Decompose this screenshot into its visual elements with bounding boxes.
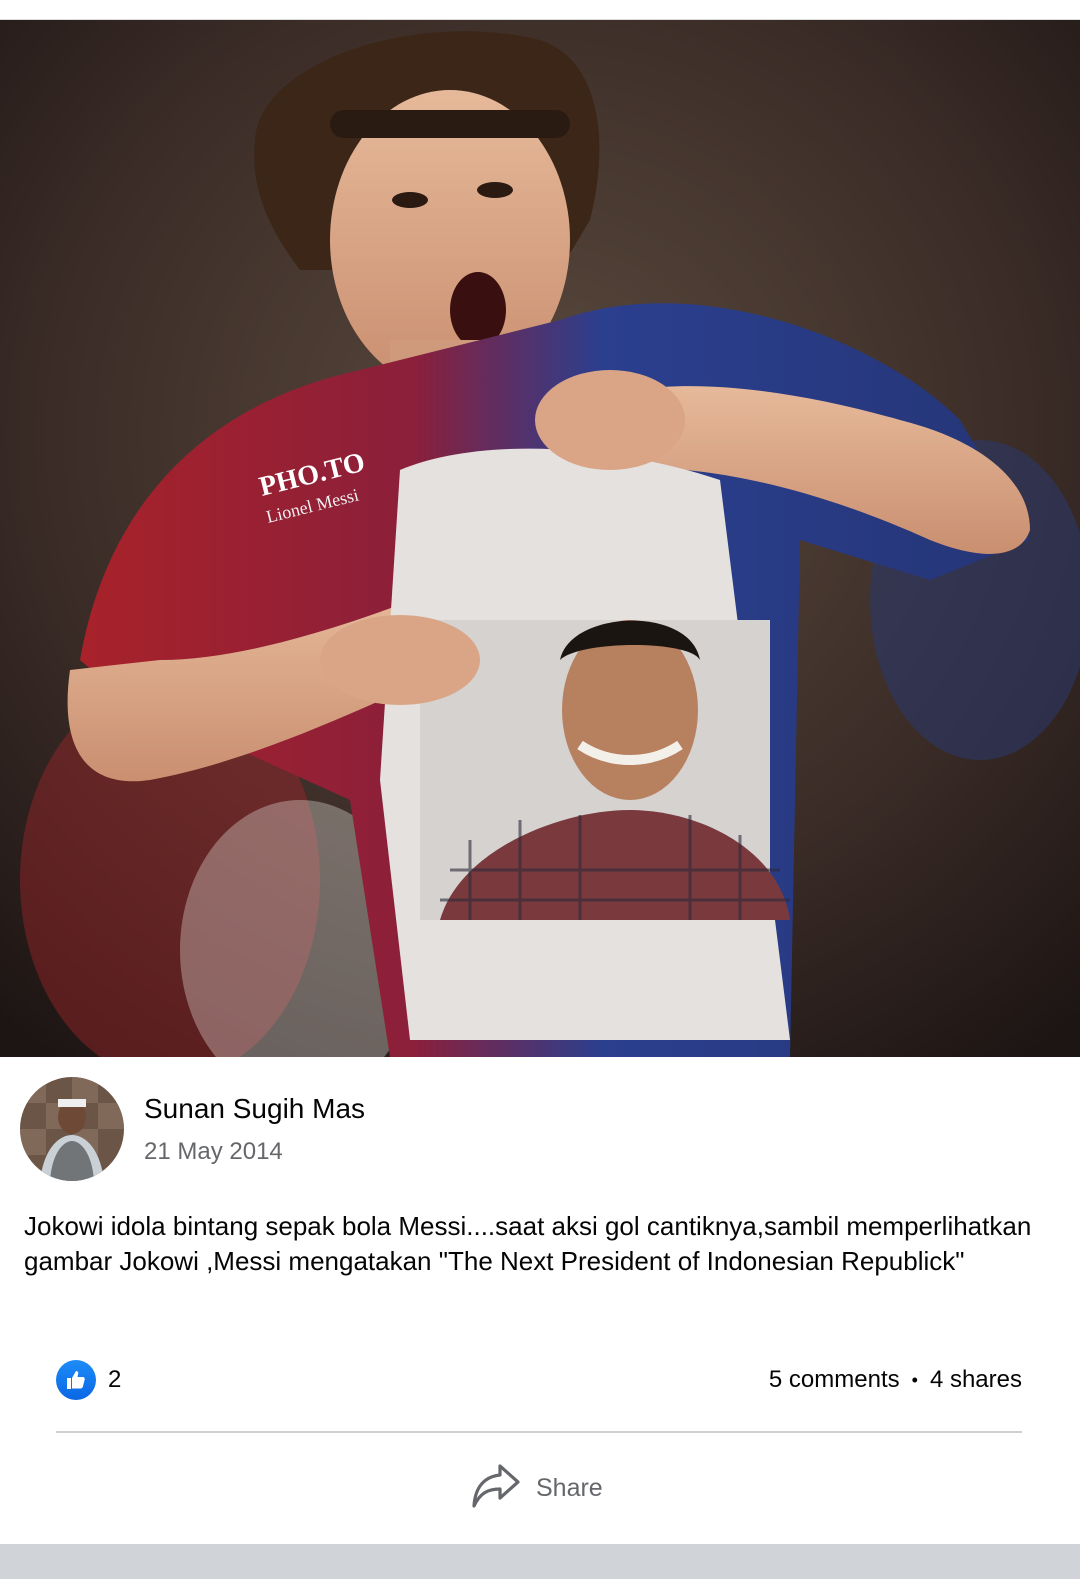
top-bar — [0, 0, 1080, 20]
shares-count[interactable]: 4 shares — [930, 1366, 1022, 1394]
post-header: Sunan Sugih Mas 21 May 2014 — [20, 1077, 365, 1181]
comments-count[interactable]: 5 comments — [769, 1366, 900, 1394]
author-name[interactable]: Sunan Sugih Mas — [144, 1092, 365, 1126]
post-photo[interactable]: PHO.TO Lionel Messi — [0, 20, 1080, 1057]
reactions-summary[interactable]: 2 — [56, 1360, 121, 1400]
engagement-counts: 5 comments • 4 shares — [769, 1366, 1022, 1394]
author-avatar[interactable] — [20, 1077, 124, 1181]
avatar-image — [20, 1077, 124, 1181]
dot-separator: • — [911, 1369, 918, 1390]
divider — [56, 1431, 1022, 1433]
author-meta: Sunan Sugih Mas 21 May 2014 — [144, 1092, 365, 1166]
share-button[interactable]: Share — [470, 1460, 603, 1516]
facebook-post-screen: PHO.TO Lionel Messi Sunan Sugih Mas 21 M… — [0, 0, 1080, 1579]
post-stats: 2 5 comments • 4 shares — [56, 1358, 1022, 1402]
reaction-count: 2 — [108, 1366, 122, 1393]
post-text: Jokowi idola bintang sepak bola Messi...… — [24, 1211, 1032, 1276]
share-arrow-icon — [470, 1462, 522, 1515]
post-timestamp[interactable]: 21 May 2014 — [144, 1138, 365, 1166]
photo-illustration: PHO.TO Lionel Messi — [0, 20, 1080, 1057]
feed-separator — [0, 1544, 1080, 1579]
share-label: Share — [536, 1473, 603, 1502]
like-icon — [56, 1360, 96, 1400]
